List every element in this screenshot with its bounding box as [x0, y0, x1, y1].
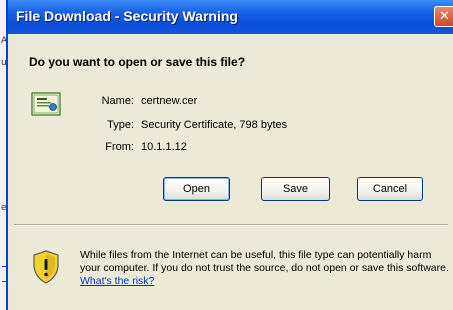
- certificate-file-icon: [31, 92, 61, 116]
- security-warning-message: While files from the Internet can be use…: [80, 249, 450, 288]
- close-button[interactable]: ✕: [434, 6, 453, 27]
- title-bar[interactable]: File Download - Security Warning ✕: [8, 0, 453, 34]
- save-button[interactable]: Save: [261, 177, 330, 201]
- section-divider: [14, 224, 448, 226]
- dialog-question: Do you want to open or save this file?: [29, 55, 246, 69]
- file-type-value: Security Certificate, 798 bytes: [141, 119, 288, 131]
- cancel-button[interactable]: Cancel: [357, 177, 423, 201]
- name-label: Name:: [101, 95, 134, 107]
- file-source-value: 10.1.1.12: [141, 141, 187, 153]
- file-name-value: certnew.cer: [141, 95, 198, 107]
- shield-warning-icon: [33, 250, 59, 284]
- warning-text: While files from the Internet can be use…: [80, 249, 449, 274]
- open-button[interactable]: Open: [163, 177, 230, 201]
- close-icon: ✕: [439, 9, 450, 24]
- from-label: From:: [105, 141, 134, 153]
- type-label: Type:: [107, 119, 134, 131]
- whats-the-risk-link[interactable]: What's the risk?: [80, 275, 154, 287]
- security-warning-dialog: File Download - Security Warning ✕ Do yo…: [6, 0, 453, 310]
- window-title: File Download - Security Warning: [16, 8, 238, 24]
